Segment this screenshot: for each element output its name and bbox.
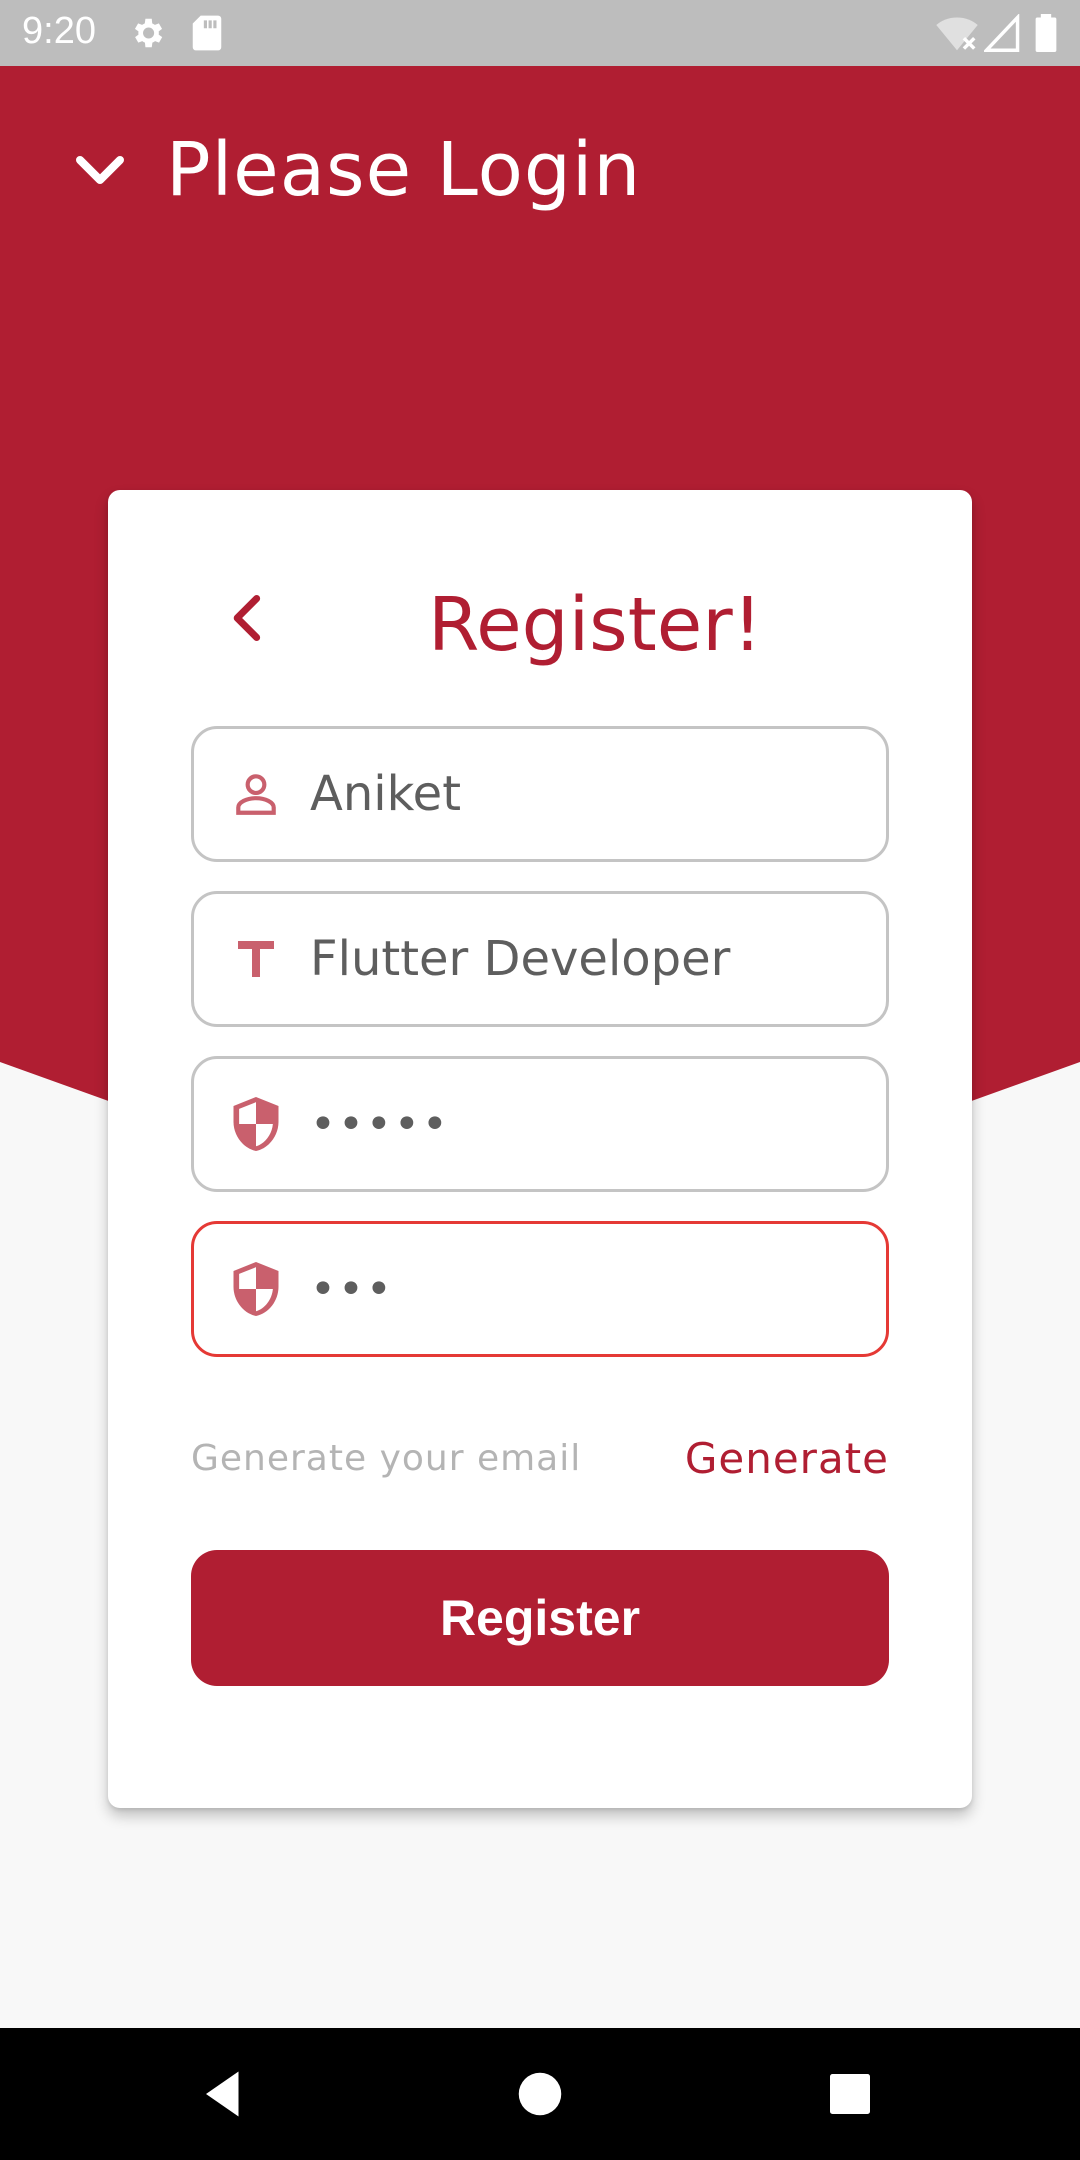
person-icon [226,764,286,824]
recents-icon[interactable] [820,2064,880,2124]
navigation-bar [0,2028,1080,2160]
password-field[interactable]: ••••• [191,1056,889,1192]
confirm-password-field[interactable]: ••• [191,1221,889,1357]
signal-icon [982,13,1020,56]
generate-button[interactable]: Generate [685,1434,889,1483]
status-bar: 9:20 [0,0,1080,66]
generate-row: Generate your email Generate [191,1428,889,1488]
register-button-label: Register [439,1590,641,1646]
header: Please Login [70,120,641,220]
password-value: ••••• [310,1098,450,1150]
page-title: Please Login [166,127,642,213]
home-icon[interactable] [510,2064,570,2124]
settings-icon [128,14,166,56]
register-button[interactable]: Register [191,1550,889,1686]
chevron-left-icon [222,592,274,648]
text-icon [226,929,286,989]
wifi-off-icon [934,14,980,56]
name-field[interactable]: Aniket [191,726,889,862]
confirm-password-value: ••• [310,1263,394,1315]
shield-icon [226,1094,286,1154]
shield-icon [226,1259,286,1319]
back-icon[interactable] [196,2064,256,2124]
register-card: Register! Aniket Flutter Developer ••••• [108,490,972,1808]
chevron-down-icon[interactable] [70,140,130,200]
card-title: Register! [428,582,763,668]
battery-icon [1034,14,1058,56]
generate-hint: Generate your email [191,1437,582,1479]
back-button[interactable] [208,580,288,660]
sd-card-icon [190,14,224,56]
name-value: Aniket [310,766,462,822]
job-title-field[interactable]: Flutter Developer [191,891,889,1027]
status-time: 9:20 [22,10,96,52]
job-title-value: Flutter Developer [310,931,731,987]
